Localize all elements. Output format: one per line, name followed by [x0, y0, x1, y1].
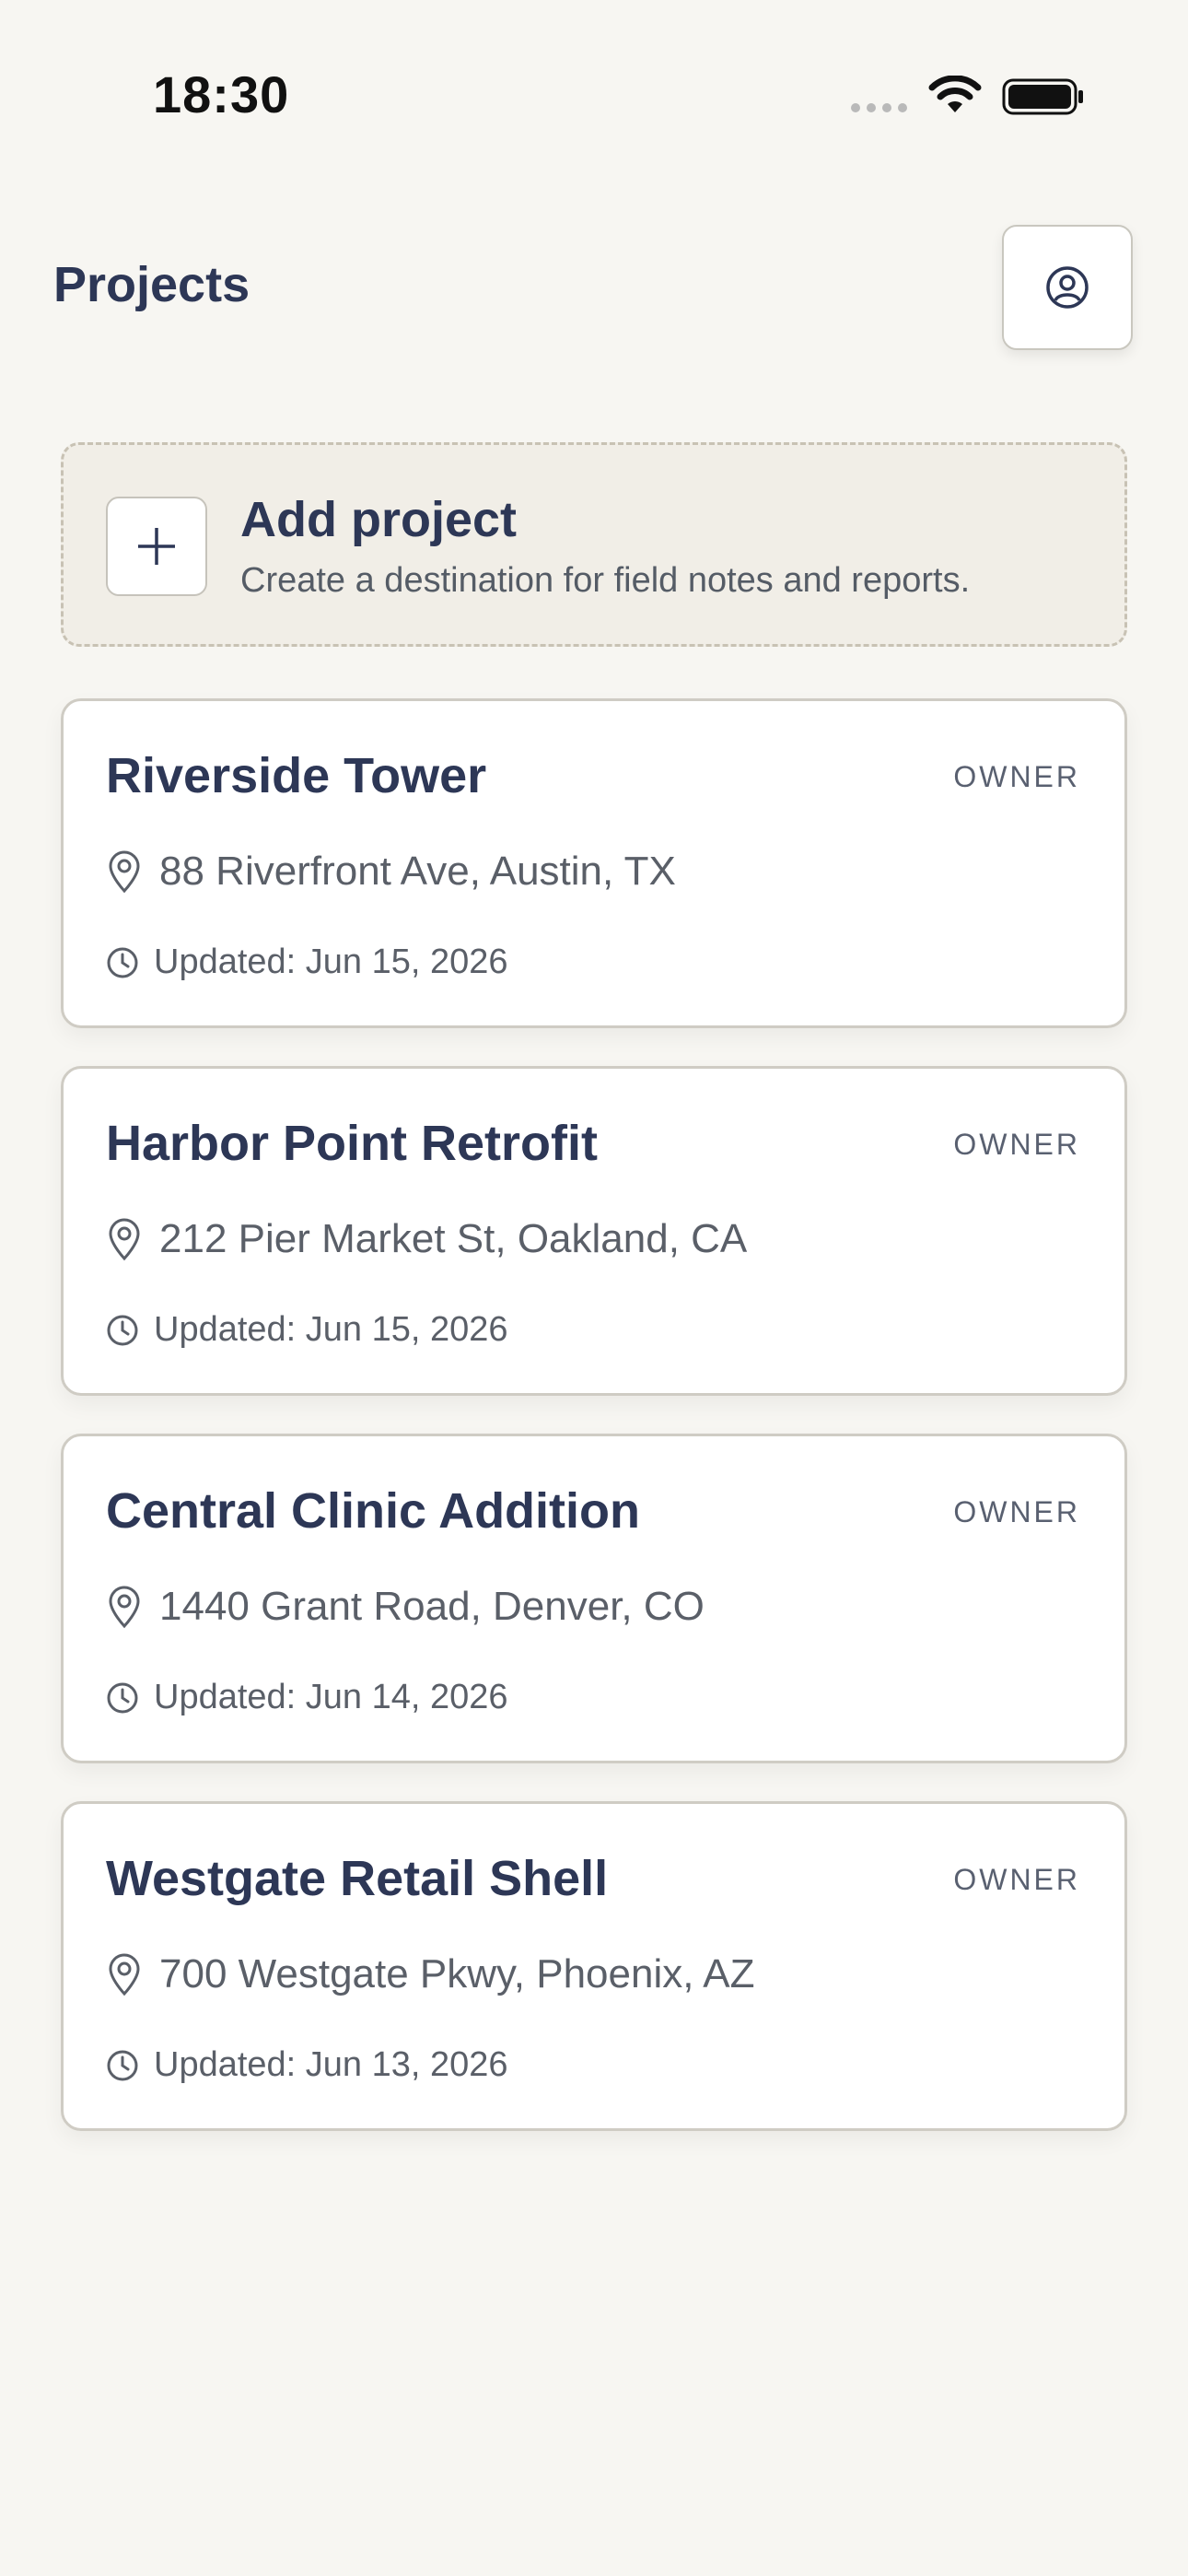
add-project-subtitle: Create a destination for field notes and… — [240, 561, 971, 600]
project-name: Harbor Point Retrofit — [106, 1116, 598, 1171]
project-name: Central Clinic Addition — [106, 1483, 640, 1539]
clock-icon — [107, 2050, 138, 2080]
add-project-button[interactable]: Add project Create a destination for fie… — [61, 442, 1127, 647]
project-updated-text: Updated: Jun 13, 2026 — [154, 2045, 508, 2084]
project-address: 88 Riverfront Ave, Austin, TX — [106, 849, 676, 895]
project-name: Riverside Tower — [106, 748, 487, 803]
project-card-riverside-tower[interactable]: Riverside Tower OWNER 88 Riverfront Ave,… — [61, 698, 1127, 1028]
plus-icon — [138, 528, 175, 565]
project-updated-text: Updated: Jun 15, 2026 — [154, 1310, 508, 1349]
project-updated: Updated: Jun 13, 2026 — [106, 2045, 508, 2085]
project-address: 700 Westgate Pkwy, Phoenix, AZ — [106, 1951, 755, 1997]
clock-icon — [107, 1315, 138, 1345]
project-role: OWNER — [953, 1863, 1080, 1896]
project-updated-text: Updated: Jun 14, 2026 — [154, 1678, 508, 1716]
project-address: 1440 Grant Road, Denver, CO — [106, 1584, 705, 1630]
project-card-central-clinic-addition[interactable]: Central Clinic Addition OWNER 1440 Grant… — [61, 1434, 1127, 1763]
status-time: 18:30 — [153, 65, 290, 123]
project-updated-text: Updated: Jun 15, 2026 — [154, 943, 508, 981]
status-bar: 18:30 — [0, 0, 1188, 193]
project-card-harbor-point-retrofit[interactable]: Harbor Point Retrofit OWNER 212 Pier Mar… — [61, 1066, 1127, 1396]
project-address-text: 700 Westgate Pkwy, Phoenix, AZ — [159, 1951, 755, 1996]
project-role: OWNER — [953, 760, 1080, 793]
add-project-title: Add project — [240, 492, 518, 547]
location-pin-icon — [109, 1586, 140, 1629]
clock-icon — [107, 1682, 138, 1713]
location-pin-icon — [109, 1218, 140, 1261]
project-address-text: 212 Pier Market St, Oakland, CA — [159, 1216, 748, 1261]
wifi-icon — [928, 76, 982, 112]
project-updated: Updated: Jun 14, 2026 — [106, 1678, 508, 1717]
location-pin-icon — [109, 1953, 140, 1996]
add-plus-box — [106, 497, 207, 596]
project-address-text: 1440 Grant Road, Denver, CO — [159, 1584, 705, 1629]
project-updated: Updated: Jun 15, 2026 — [106, 1310, 508, 1350]
project-role: OWNER — [953, 1128, 1080, 1161]
profile-button[interactable] — [1002, 225, 1133, 350]
location-pin-icon — [109, 850, 140, 894]
project-name: Westgate Retail Shell — [106, 1851, 609, 1906]
project-role: OWNER — [953, 1495, 1080, 1528]
project-card-westgate-retail-shell[interactable]: Westgate Retail Shell OWNER 700 Westgate… — [61, 1801, 1127, 2131]
clock-icon — [107, 947, 138, 978]
signal-icon — [851, 103, 907, 112]
battery-icon — [1002, 78, 1083, 115]
project-updated: Updated: Jun 15, 2026 — [106, 943, 508, 982]
project-address: 212 Pier Market St, Oakland, CA — [106, 1216, 747, 1262]
page-title: Projects — [53, 257, 250, 312]
project-address-text: 88 Riverfront Ave, Austin, TX — [159, 849, 676, 894]
user-circle-icon — [1046, 266, 1089, 309]
